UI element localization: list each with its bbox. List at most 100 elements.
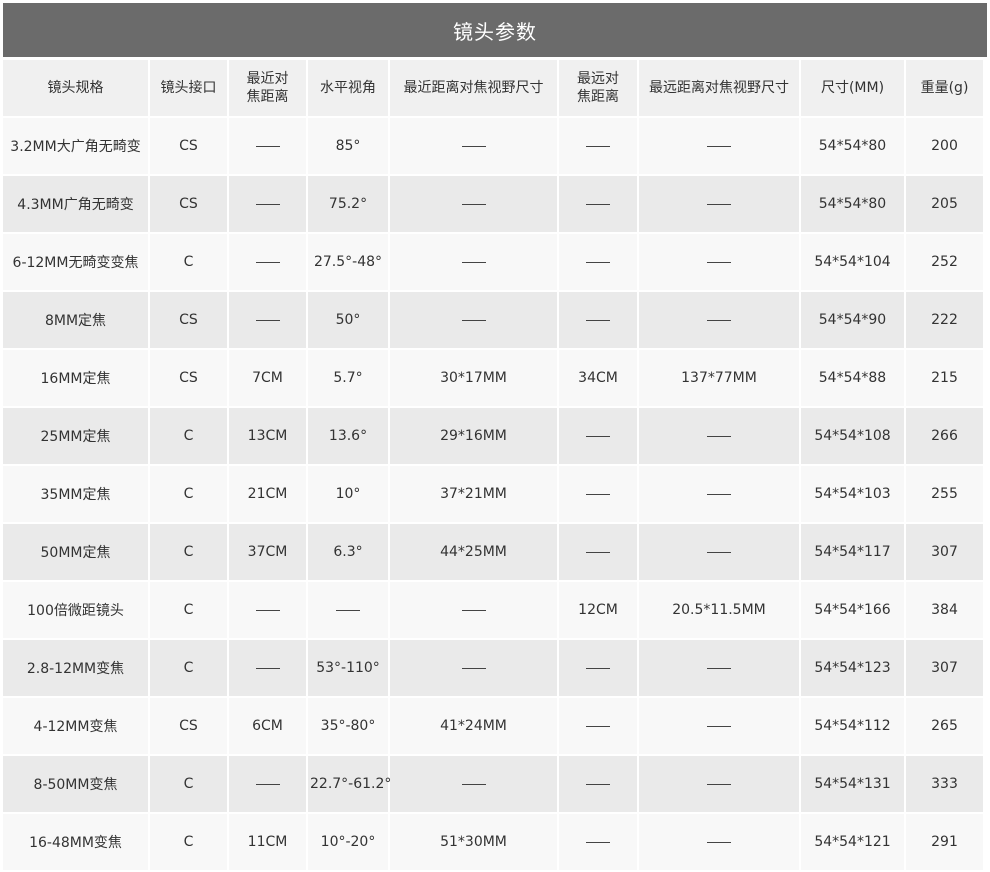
- empty-value-dash: [586, 841, 610, 843]
- cell-dimensions: 54*54*80: [801, 118, 904, 174]
- cell-min-distance-field: [390, 582, 557, 638]
- empty-value-dash: [586, 725, 610, 727]
- cell-min-focus-distance: 6CM: [229, 698, 306, 754]
- cell-dimensions: 54*54*166: [801, 582, 904, 638]
- empty-value-dash: [336, 609, 360, 611]
- cell-min-distance-field: [390, 756, 557, 812]
- header-weight: 重量(g): [906, 60, 983, 116]
- cell-horizontal-fov: 6.3°: [308, 524, 388, 580]
- cell-dimensions: 54*54*103: [801, 466, 904, 522]
- cell-lens-spec: 25MM定焦: [3, 408, 148, 464]
- cell-max-focus-distance: [559, 814, 637, 870]
- cell-min-distance-field: [390, 640, 557, 696]
- cell-lens-spec: 4.3MM广角无畸变: [3, 176, 148, 232]
- cell-weight: 307: [906, 524, 983, 580]
- table-row: 16-48MM变焦 C 11CM 10°-20° 51*30MM 54*54*121 291: [3, 814, 983, 870]
- cell-mount: CS: [150, 176, 227, 232]
- cell-weight: 252: [906, 234, 983, 290]
- cell-weight: 222: [906, 292, 983, 348]
- table-row: 25MM定焦 C 13CM 13.6° 29*16MM 54*54*108 266: [3, 408, 983, 464]
- cell-weight: 333: [906, 756, 983, 812]
- cell-dimensions: 54*54*123: [801, 640, 904, 696]
- empty-value-dash: [255, 145, 280, 147]
- cell-dimensions: 54*54*131: [801, 756, 904, 812]
- cell-max-focus-distance: 34CM: [559, 350, 637, 406]
- cell-min-focus-distance: [229, 582, 306, 638]
- cell-horizontal-fov: 75.2°: [308, 176, 388, 232]
- table-row: 3.2MM大广角无畸变 CS 85° 54*54*80 200: [3, 118, 983, 174]
- cell-lens-spec: 8MM定焦: [3, 292, 148, 348]
- empty-value-dash: [586, 145, 610, 147]
- cell-horizontal-fov: 85°: [308, 118, 388, 174]
- cell-lens-spec: 16-48MM变焦: [3, 814, 148, 870]
- cell-min-distance-field: 37*21MM: [390, 466, 557, 522]
- empty-value-dash: [707, 261, 731, 263]
- cell-min-focus-distance: [229, 756, 306, 812]
- empty-value-dash: [586, 203, 610, 205]
- table-row: 2.8-12MM变焦 C 53°-110° 54*54*123 307: [3, 640, 983, 696]
- cell-min-distance-field: [390, 118, 557, 174]
- empty-value-dash: [461, 667, 486, 669]
- cell-max-distance-field: 137*77MM: [639, 350, 799, 406]
- cell-max-focus-distance: [559, 176, 637, 232]
- header-max-distance-field: 最远距离对焦视野尺寸: [639, 60, 799, 116]
- cell-weight: 266: [906, 408, 983, 464]
- empty-value-dash: [707, 435, 731, 437]
- cell-max-distance-field: 20.5*11.5MM: [639, 582, 799, 638]
- cell-max-focus-distance: [559, 524, 637, 580]
- cell-weight: 200: [906, 118, 983, 174]
- cell-dimensions: 54*54*121: [801, 814, 904, 870]
- cell-mount: CS: [150, 350, 227, 406]
- empty-value-dash: [707, 203, 731, 205]
- empty-value-dash: [707, 783, 731, 785]
- cell-lens-spec: 3.2MM大广角无畸变: [3, 118, 148, 174]
- empty-value-dash: [461, 783, 486, 785]
- cell-max-distance-field: [639, 698, 799, 754]
- table-row: 8-50MM变焦 C 22.7°-61.2° 54*54*131 333: [3, 756, 983, 812]
- cell-min-distance-field: 44*25MM: [390, 524, 557, 580]
- cell-max-focus-distance: [559, 640, 637, 696]
- cell-dimensions: 54*54*117: [801, 524, 904, 580]
- cell-max-distance-field: [639, 756, 799, 812]
- empty-value-dash: [255, 609, 280, 611]
- empty-value-dash: [461, 145, 486, 147]
- cell-min-focus-distance: [229, 234, 306, 290]
- header-max-focus-distance: 最远对焦距离: [559, 60, 637, 116]
- cell-lens-spec: 100倍微距镜头: [3, 582, 148, 638]
- cell-mount: C: [150, 756, 227, 812]
- table-header-row: 镜头规格 镜头接口 最近对焦距离 水平视角 最近距离对焦视野尺寸 最远对焦距离 …: [3, 60, 983, 116]
- cell-min-focus-distance: [229, 118, 306, 174]
- cell-weight: 265: [906, 698, 983, 754]
- table-row: 16MM定焦 CS 7CM 5.7° 30*17MM 34CM 137*77MM 54*54*…: [3, 350, 983, 406]
- cell-weight: 205: [906, 176, 983, 232]
- empty-value-dash: [461, 319, 486, 321]
- empty-value-dash: [707, 145, 731, 147]
- cell-max-focus-distance: [559, 466, 637, 522]
- empty-value-dash: [707, 841, 731, 843]
- cell-lens-spec: 35MM定焦: [3, 466, 148, 522]
- cell-dimensions: 54*54*112: [801, 698, 904, 754]
- empty-value-dash: [707, 493, 731, 495]
- cell-min-distance-field: 51*30MM: [390, 814, 557, 870]
- page-title: 镜头参数: [3, 3, 987, 57]
- cell-weight: 215: [906, 350, 983, 406]
- table-row: 4-12MM变焦 CS 6CM 35°-80° 41*24MM 54*54*112 265: [3, 698, 983, 754]
- cell-max-focus-distance: [559, 292, 637, 348]
- cell-min-focus-distance: 37CM: [229, 524, 306, 580]
- table-row: 6-12MM无畸变变焦 C 27.5°-48° 54*54*104 252: [3, 234, 983, 290]
- cell-mount: C: [150, 408, 227, 464]
- cell-mount: C: [150, 640, 227, 696]
- cell-dimensions: 54*54*80: [801, 176, 904, 232]
- cell-max-focus-distance: 12CM: [559, 582, 637, 638]
- empty-value-dash: [586, 551, 610, 553]
- cell-max-distance-field: [639, 814, 799, 870]
- cell-min-focus-distance: [229, 292, 306, 348]
- empty-value-dash: [586, 493, 610, 495]
- cell-max-distance-field: [639, 466, 799, 522]
- header-min-focus-distance: 最近对焦距离: [229, 60, 306, 116]
- cell-lens-spec: 4-12MM变焦: [3, 698, 148, 754]
- empty-value-dash: [707, 319, 731, 321]
- spec-page: 镜头参数 镜头规格 镜头接口 最近对焦距离 水平视角 最近距离对焦视野尺寸 最远…: [0, 0, 990, 870]
- table-row: 50MM定焦 C 37CM 6.3° 44*25MM 54*54*117 307: [3, 524, 983, 580]
- cell-mount: C: [150, 814, 227, 870]
